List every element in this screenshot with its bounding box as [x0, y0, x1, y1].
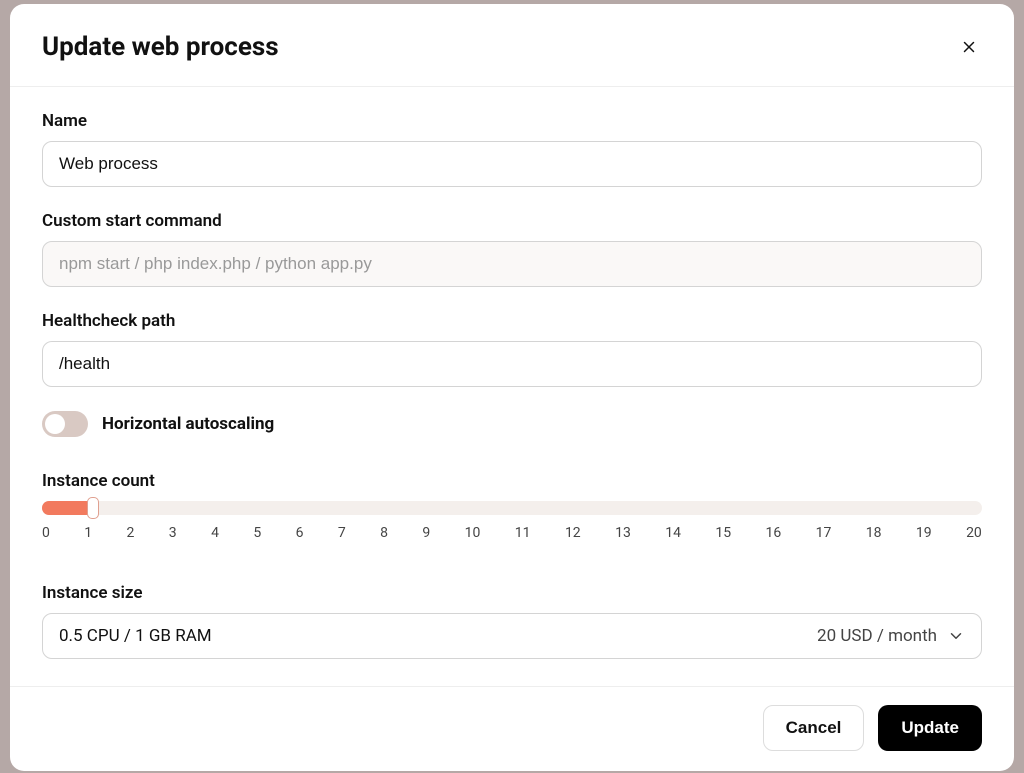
- modal-header: Update web process: [10, 4, 1014, 87]
- tick-label: 4: [211, 525, 219, 541]
- custom-start-input[interactable]: [42, 241, 982, 287]
- tick-label: 12: [565, 525, 581, 541]
- chevron-down-icon: [947, 627, 965, 645]
- name-label: Name: [42, 111, 982, 131]
- close-button[interactable]: [956, 34, 982, 60]
- tick-label: 9: [422, 525, 430, 541]
- name-field: Name: [42, 111, 982, 187]
- cancel-button[interactable]: Cancel: [763, 705, 865, 751]
- tick-label: 15: [715, 525, 731, 541]
- modal-footer: Cancel Update: [10, 686, 1014, 771]
- close-icon: [960, 38, 978, 56]
- custom-start-label: Custom start command: [42, 211, 982, 231]
- tick-label: 17: [816, 525, 832, 541]
- tick-label: 19: [916, 525, 932, 541]
- healthcheck-label: Healthcheck path: [42, 311, 982, 331]
- update-button[interactable]: Update: [878, 705, 982, 751]
- modal-title: Update web process: [42, 32, 279, 62]
- tick-label: 5: [253, 525, 261, 541]
- tick-label: 16: [766, 525, 782, 541]
- healthcheck-field: Healthcheck path: [42, 311, 982, 387]
- tick-label: 3: [169, 525, 177, 541]
- instance-size-selected: 0.5 CPU / 1 GB RAM: [59, 626, 212, 646]
- autoscaling-row: Horizontal autoscaling: [42, 411, 982, 437]
- instance-count-slider[interactable]: [42, 501, 982, 515]
- instance-size-price: 20 USD / month: [817, 626, 937, 646]
- tick-label: 1: [84, 525, 92, 541]
- tick-label: 20: [966, 525, 982, 541]
- tick-label: 18: [866, 525, 882, 541]
- instance-count-field: Instance count 0 1 2 3 4 5 6 7 8 9 10 11…: [42, 471, 982, 541]
- autoscaling-label: Horizontal autoscaling: [102, 414, 274, 434]
- slider-ticks: 0 1 2 3 4 5 6 7 8 9 10 11 12 13 14 15 16…: [42, 525, 982, 541]
- tick-label: 10: [465, 525, 481, 541]
- autoscaling-toggle[interactable]: [42, 411, 88, 437]
- instance-count-label: Instance count: [42, 471, 982, 491]
- name-input[interactable]: [42, 141, 982, 187]
- tick-label: 13: [615, 525, 631, 541]
- tick-label: 0: [42, 525, 50, 541]
- modal-body: Name Custom start command Healthcheck pa…: [10, 87, 1014, 686]
- tick-label: 11: [515, 525, 531, 541]
- instance-size-field: Instance size 0.5 CPU / 1 GB RAM 20 USD …: [42, 583, 982, 659]
- tick-label: 8: [380, 525, 388, 541]
- toggle-knob: [45, 414, 65, 434]
- instance-size-label: Instance size: [42, 583, 982, 603]
- tick-label: 6: [296, 525, 304, 541]
- instance-size-select[interactable]: 0.5 CPU / 1 GB RAM 20 USD / month: [42, 613, 982, 659]
- slider-thumb[interactable]: [87, 497, 99, 519]
- tick-label: 2: [127, 525, 135, 541]
- custom-start-field: Custom start command: [42, 211, 982, 287]
- slider-fill: [42, 501, 93, 515]
- instance-size-price-wrap: 20 USD / month: [817, 626, 965, 646]
- update-web-process-modal: Update web process Name Custom start com…: [10, 4, 1014, 771]
- tick-label: 14: [665, 525, 681, 541]
- tick-label: 7: [338, 525, 346, 541]
- healthcheck-input[interactable]: [42, 341, 982, 387]
